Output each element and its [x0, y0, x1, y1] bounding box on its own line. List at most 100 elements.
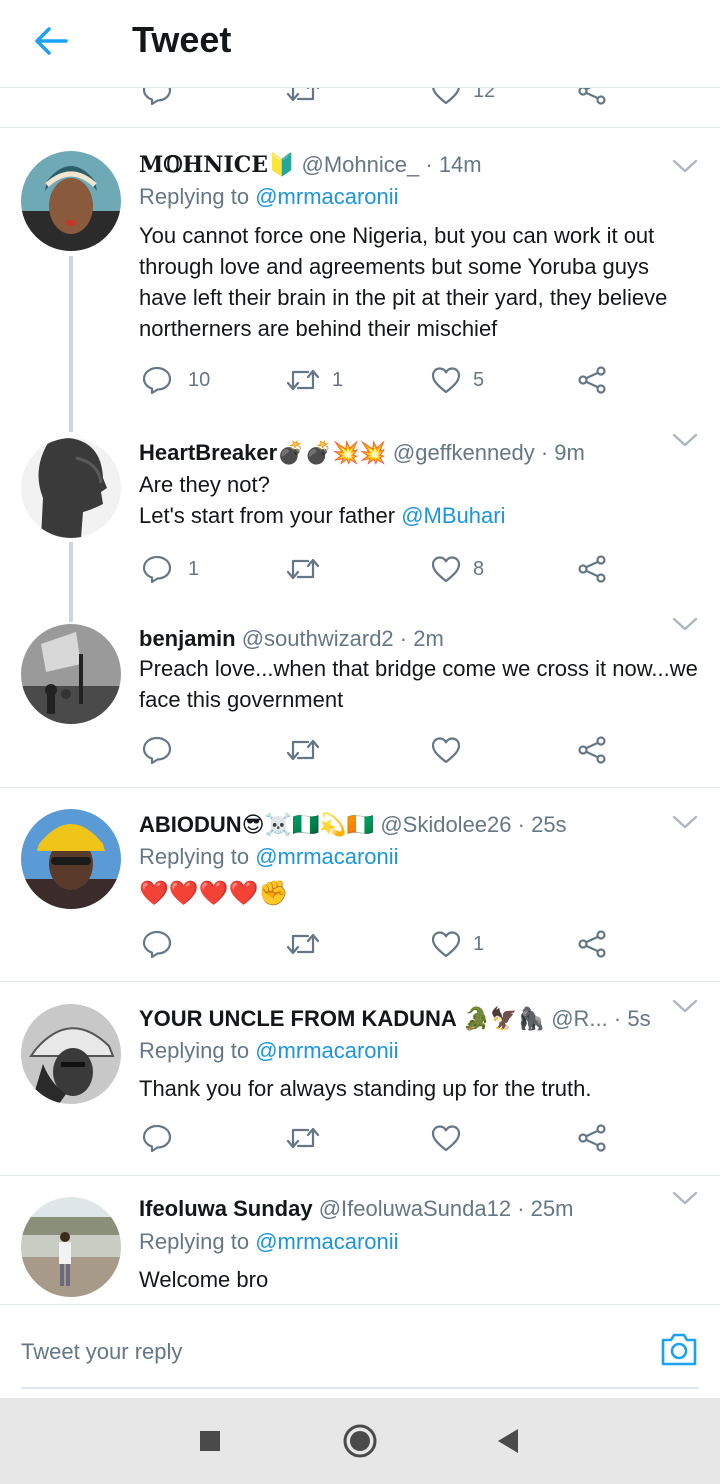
- reply-button[interactable]: [142, 733, 172, 767]
- like-button[interactable]: 1: [431, 927, 484, 961]
- retweet-button[interactable]: 1: [286, 363, 343, 397]
- heart-icon: [432, 88, 460, 105]
- tweet-item[interactable]: M𝕆HNICE🔰 @Mohnice_ · 14m Replying to @mr…: [0, 130, 720, 432]
- display-name[interactable]: HeartBreaker: [139, 440, 277, 465]
- tweet-thread[interactable]: 12 M𝕆HNICE🔰 @Mohnice_ · 14m Replying to …: [0, 88, 720, 1304]
- tweet-text-fragment: Let's start from your father: [139, 503, 396, 528]
- heart-icon: [431, 931, 461, 958]
- user-handle[interactable]: @R...: [551, 1006, 608, 1031]
- like-button[interactable]: [431, 1121, 461, 1155]
- share-button[interactable]: [577, 88, 607, 108]
- tweet-actions: [0, 1121, 720, 1155]
- speech-bubble-icon: [142, 1124, 172, 1152]
- reply-button[interactable]: [142, 1121, 172, 1155]
- mention-link[interactable]: @MBuhari: [401, 503, 505, 528]
- display-name[interactable]: Ifeoluwa Sunday: [139, 1196, 313, 1221]
- reply-button[interactable]: 10: [142, 363, 210, 397]
- tweet-text: Thank you for always standing up for the…: [139, 1076, 592, 1101]
- like-button[interactable]: 5: [431, 363, 484, 397]
- back-nav-button[interactable]: [473, 1398, 543, 1484]
- share-button[interactable]: [577, 1121, 607, 1155]
- display-name[interactable]: YOUR UNCLE FROM KADUNA: [139, 1006, 457, 1031]
- name-emoji: 🐊🦅🦍: [462, 1006, 546, 1031]
- recents-button[interactable]: [175, 1398, 245, 1484]
- user-handle[interactable]: @Skidolee26: [380, 812, 511, 837]
- avatar[interactable]: [21, 1004, 121, 1104]
- circle-icon: [343, 1424, 377, 1458]
- tweet-time: · 9m: [540, 440, 585, 465]
- replying-label: Replying to: [139, 1229, 250, 1254]
- reply-composer: Tweet your reply: [0, 1304, 720, 1398]
- share-button[interactable]: [577, 733, 607, 767]
- avatar[interactable]: [21, 809, 121, 909]
- display-name[interactable]: M𝕆HNICE: [139, 152, 268, 178]
- home-button[interactable]: [325, 1398, 395, 1484]
- retweet-icon: [286, 558, 320, 580]
- name-emoji: 💣💣💥💥: [277, 440, 387, 465]
- like-count: 5: [473, 368, 485, 391]
- like-button[interactable]: 8: [431, 552, 484, 586]
- tweet-item[interactable]: ABIODUN😎☠️🇳🇬💫🇨🇮 @Skidolee26 · 25s Replyi…: [0, 788, 720, 982]
- user-handle[interactable]: @southwizard2: [242, 626, 394, 651]
- tweet-text: You cannot force one Nigeria, but you ca…: [139, 223, 668, 341]
- chevron-down-icon[interactable]: [672, 998, 698, 1014]
- display-name[interactable]: benjamin: [139, 626, 236, 651]
- user-handle[interactable]: @IfeoluwaSunda12: [319, 1196, 511, 1221]
- triangle-back-icon: [498, 1429, 518, 1453]
- reply-button[interactable]: [142, 927, 172, 961]
- mention-link[interactable]: @mrmacaronii: [255, 1229, 398, 1254]
- user-handle[interactable]: @Mohnice_: [302, 152, 420, 177]
- chevron-down-icon[interactable]: [672, 432, 698, 448]
- share-icon: [578, 555, 606, 583]
- retweet-button[interactable]: [286, 552, 332, 586]
- avatar[interactable]: [21, 151, 121, 251]
- display-name[interactable]: ABIODUN: [139, 812, 242, 837]
- mention-link[interactable]: @mrmacaronii: [255, 1038, 398, 1063]
- retweet-icon: [286, 369, 320, 391]
- chevron-down-icon[interactable]: [672, 616, 698, 632]
- avatar[interactable]: [21, 624, 121, 724]
- avatar[interactable]: [21, 438, 121, 538]
- retweet-button[interactable]: [286, 1121, 320, 1155]
- chevron-down-icon[interactable]: [672, 158, 698, 174]
- mention-link[interactable]: @mrmacaronii: [255, 844, 398, 869]
- tweet-item[interactable]: YOUR UNCLE FROM KADUNA 🐊🦅🦍 @R... · 5s Re…: [0, 982, 720, 1176]
- reply-button[interactable]: [142, 88, 172, 108]
- retweet-button[interactable]: [286, 733, 320, 767]
- chevron-down-icon[interactable]: [672, 1190, 698, 1206]
- like-count: 12: [473, 88, 496, 102]
- share-icon: [578, 1124, 606, 1152]
- share-button[interactable]: [577, 363, 607, 397]
- speech-bubble-icon: [142, 930, 172, 958]
- retweet-button[interactable]: [286, 927, 320, 961]
- share-button[interactable]: [577, 927, 607, 961]
- tweet-item[interactable]: Ifeoluwa Sunday @IfeoluwaSunda12 · 25m R…: [0, 1176, 720, 1304]
- chevron-down-icon[interactable]: [672, 814, 698, 830]
- like-count: 8: [473, 557, 485, 580]
- avatar[interactable]: [21, 1197, 121, 1297]
- like-button[interactable]: 12: [431, 88, 495, 108]
- reply-input-underline: [21, 1387, 699, 1389]
- tweet-item[interactable]: benjamin @southwizard2 · 2m Preach love.…: [0, 602, 720, 788]
- name-emoji: 🔰: [267, 152, 296, 177]
- reply-input[interactable]: Tweet your reply: [21, 1339, 182, 1365]
- replying-to: Replying to @mrmacaronii: [139, 842, 399, 872]
- retweet-icon: [286, 933, 320, 955]
- tweet-time: · 25s: [517, 812, 567, 837]
- reply-button[interactable]: 1: [142, 552, 199, 586]
- retweet-button[interactable]: [286, 88, 320, 108]
- back-button[interactable]: [28, 18, 74, 64]
- tweet-header: YOUR UNCLE FROM KADUNA 🐊🦅🦍 @R... · 5s: [139, 1004, 654, 1034]
- heart-icon: [431, 556, 461, 583]
- mention-link[interactable]: @mrmacaronii: [255, 184, 398, 209]
- tweet-item[interactable]: HeartBreaker💣💣💥💥 @geffkennedy · 9m Are t…: [0, 418, 720, 622]
- tweet-header: M𝕆HNICE🔰 @Mohnice_ · 14m: [139, 150, 650, 180]
- tweet-text: Preach love...when that bridge come we c…: [139, 656, 698, 712]
- share-icon: [578, 930, 606, 958]
- share-button[interactable]: [577, 552, 607, 586]
- camera-button[interactable]: [660, 1331, 698, 1372]
- user-handle[interactable]: @geffkennedy: [393, 440, 535, 465]
- heart-icon: [431, 737, 461, 764]
- tweet-actions: 10 1 5: [0, 363, 720, 397]
- like-button[interactable]: [431, 733, 461, 767]
